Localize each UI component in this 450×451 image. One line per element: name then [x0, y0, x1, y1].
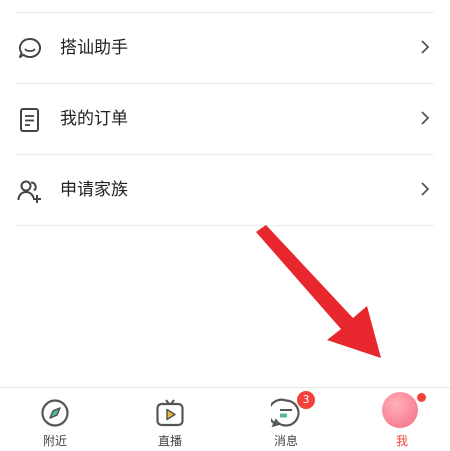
tab-label: 我	[395, 434, 408, 448]
tab-messages[interactable]: 3 消息	[241, 388, 331, 451]
tab-label: 消息	[273, 434, 298, 448]
menu-item-label: 申请家族	[60, 180, 128, 200]
chevron-right-icon	[421, 111, 430, 125]
notification-dot	[417, 393, 426, 402]
tv-play-icon	[156, 399, 184, 427]
menu-list: 搭讪助手 我的订单 申请家族	[0, 13, 450, 226]
tab-label: 附近	[42, 434, 67, 448]
menu-item-chat-helper[interactable]: 搭讪助手	[16, 13, 434, 84]
menu-item-apply-family[interactable]: 申请家族	[16, 155, 434, 226]
menu-item-my-orders[interactable]: 我的订单	[16, 84, 434, 155]
chevron-right-icon	[421, 182, 430, 196]
tab-me[interactable]: 我	[357, 388, 447, 451]
compass-icon	[41, 399, 69, 427]
document-icon	[20, 108, 39, 132]
unread-badge: 3	[297, 391, 315, 409]
tab-label: 直播	[157, 434, 182, 448]
bottom-tab-bar: 附近 直播 3 消息 我	[0, 387, 450, 451]
chat-bubble-icon	[18, 37, 42, 58]
chevron-right-icon	[421, 40, 430, 54]
tab-nearby[interactable]: 附近	[10, 388, 100, 451]
tab-live[interactable]: 直播	[125, 388, 215, 451]
menu-item-label: 搭讪助手	[60, 38, 128, 58]
avatar-icon	[382, 392, 418, 428]
menu-item-label: 我的订单	[60, 109, 128, 129]
add-users-icon	[17, 180, 41, 203]
